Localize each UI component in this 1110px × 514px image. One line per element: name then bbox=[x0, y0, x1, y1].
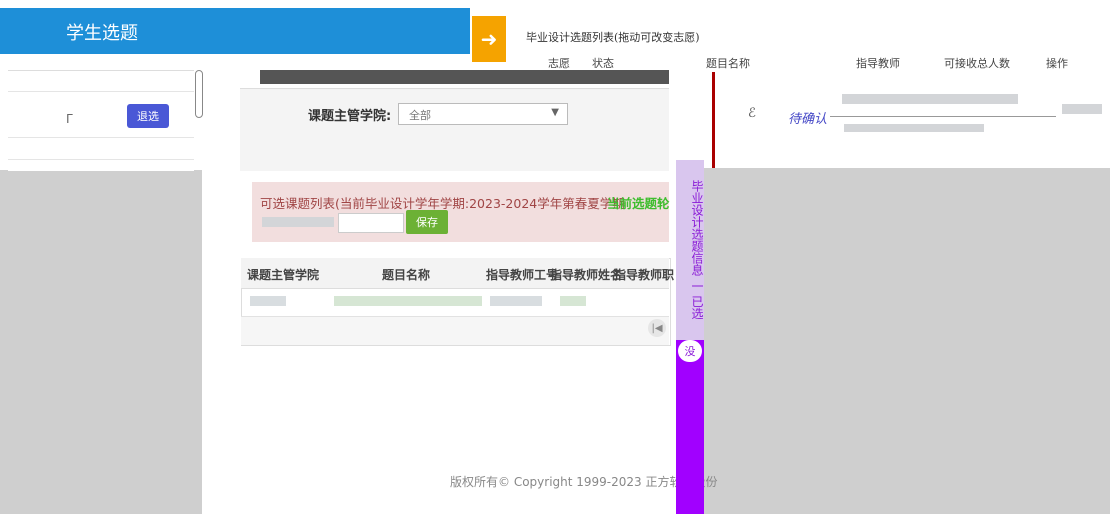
withdraw-button[interactable]: 退选 bbox=[127, 104, 169, 128]
available-topics-notice bbox=[252, 182, 669, 242]
col-teacher: 指导教师 bbox=[856, 57, 900, 70]
top-left-gray bbox=[0, 0, 510, 8]
col-title: 题目名称 bbox=[706, 57, 750, 70]
divider bbox=[830, 116, 1056, 117]
college-select[interactable]: 全部 ▼ bbox=[398, 103, 568, 125]
blurred-text bbox=[844, 124, 984, 132]
left-gray-area bbox=[0, 170, 202, 514]
current-round-text: 当前选题轮 bbox=[607, 196, 670, 211]
wish-list-title: 毕业设计选题列表(拖动可改变志愿) bbox=[526, 31, 700, 44]
divider bbox=[8, 91, 194, 92]
scrollbar-handle[interactable] bbox=[195, 70, 203, 118]
college-select-value: 全部 bbox=[409, 109, 431, 122]
app-header: 学生选题 bbox=[0, 8, 470, 54]
confirm-panel bbox=[712, 72, 1110, 168]
th-college: 课题主管学院 bbox=[247, 268, 320, 282]
drag-handle-icon[interactable]: ℰ bbox=[748, 106, 756, 121]
blurred-text bbox=[842, 94, 1018, 104]
col-capacity: 可接收总人数 bbox=[944, 57, 1010, 70]
cell-teacher-name bbox=[560, 296, 586, 306]
col-operation: 操作 bbox=[1046, 57, 1068, 70]
dialog-titlebar[interactable] bbox=[260, 70, 669, 84]
first-page-button[interactable]: |◀ bbox=[648, 319, 666, 337]
divider bbox=[8, 137, 194, 138]
th-teacher-id: 指导教师工号 bbox=[486, 268, 559, 282]
sidebar-label: 毕业设计选题信息 一 已选 bbox=[676, 160, 704, 340]
th-teacher-name: 指导教师姓名 bbox=[550, 268, 623, 282]
table-pager bbox=[241, 316, 669, 345]
app-title: 学生选题 bbox=[66, 23, 138, 44]
cell-title bbox=[334, 296, 482, 306]
notice-input[interactable] bbox=[338, 213, 404, 233]
right-gray-area bbox=[704, 168, 1110, 514]
col-wish: 志愿 bbox=[548, 57, 570, 70]
blurred-text bbox=[1062, 104, 1102, 114]
row-marker: Γ bbox=[66, 112, 73, 126]
sidebar-badge[interactable]: 没 bbox=[678, 340, 702, 362]
cell-teacher-id bbox=[490, 296, 542, 306]
th-teacher-title: 指导教师职 bbox=[614, 268, 675, 282]
divider bbox=[8, 159, 194, 160]
chevron-down-icon: ▼ bbox=[551, 107, 559, 118]
col-status: 状态 bbox=[592, 57, 614, 70]
college-filter-label: 课题主管学院: bbox=[308, 109, 392, 124]
filter-area bbox=[240, 88, 669, 171]
blurred-text bbox=[262, 217, 334, 227]
cell-college bbox=[250, 296, 286, 306]
status-pending: 待确认 bbox=[788, 112, 828, 127]
save-button[interactable]: 保存 bbox=[406, 210, 448, 234]
arrow-right-button[interactable]: ➜ bbox=[472, 16, 506, 62]
arrow-right-icon: ➜ bbox=[480, 27, 498, 51]
th-title: 题目名称 bbox=[382, 268, 431, 282]
